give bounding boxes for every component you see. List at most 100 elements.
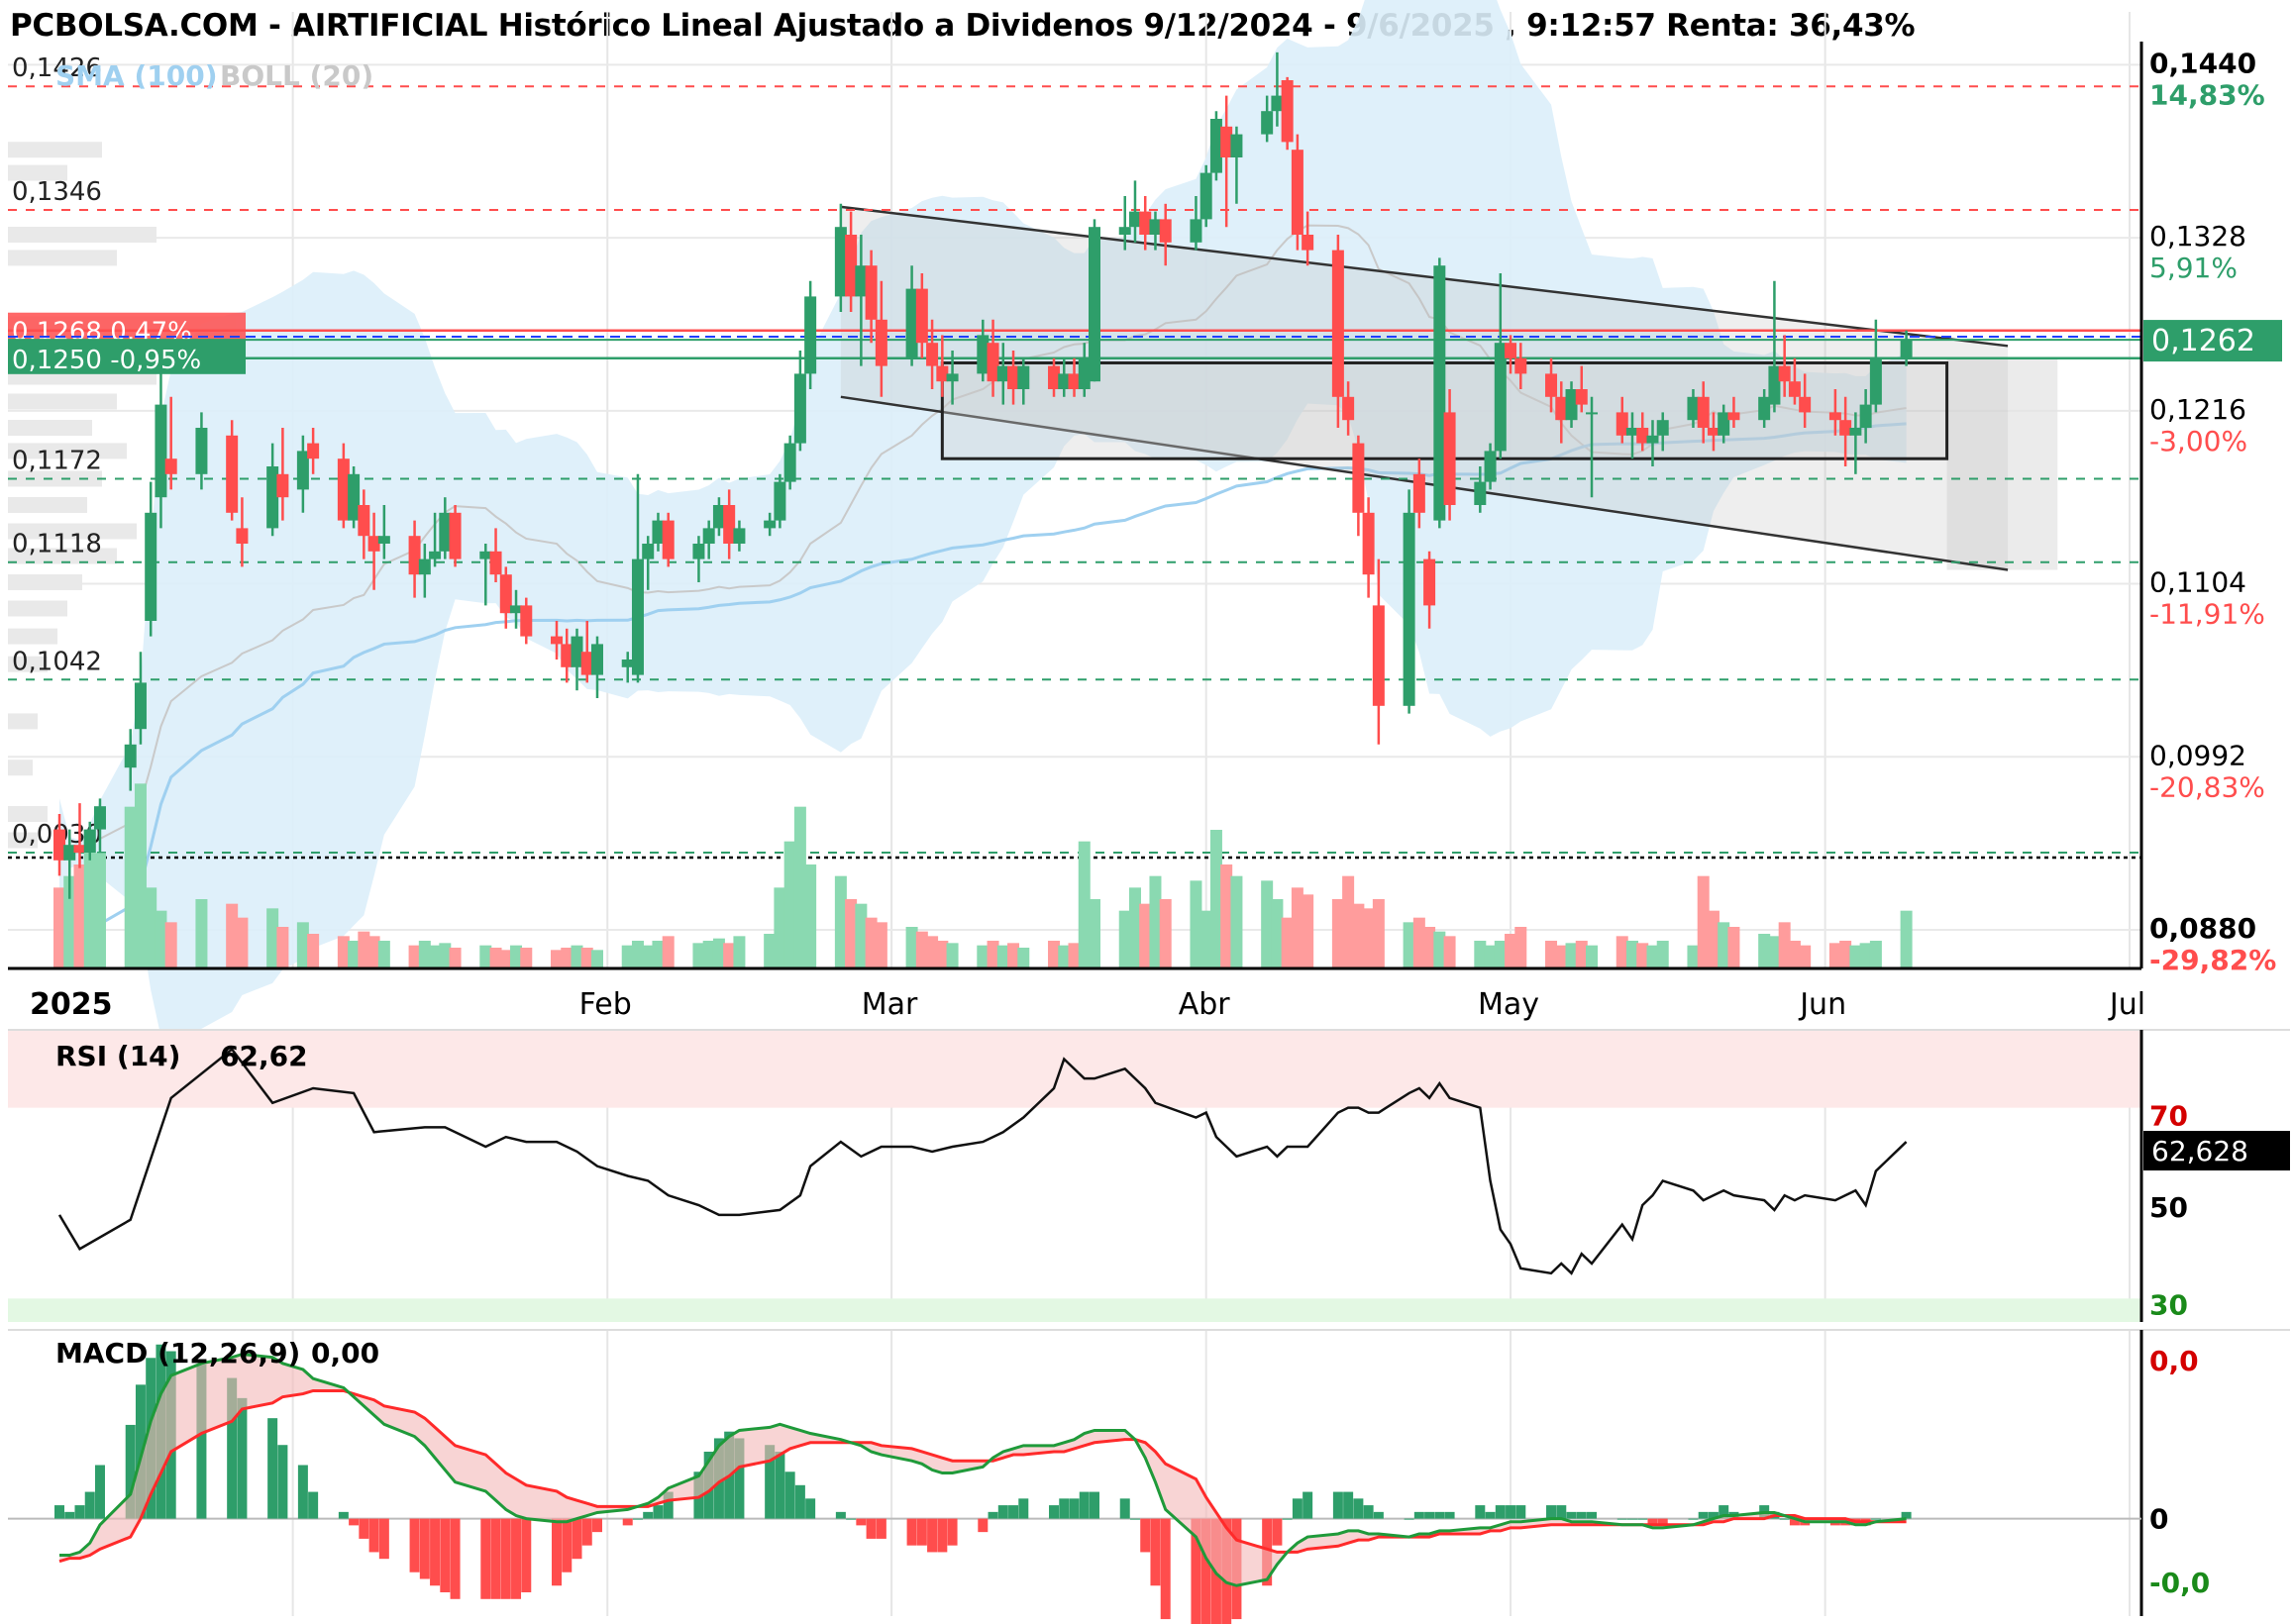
volume-bar	[1007, 943, 1020, 968]
right-tick-percent: 5,91%	[2149, 252, 2238, 284]
macd-histogram-bar	[653, 1505, 664, 1519]
candle-body	[1362, 512, 1375, 575]
macd-histogram-bar	[1079, 1491, 1090, 1519]
macd-histogram-bar	[927, 1518, 938, 1553]
volume-bar	[1586, 945, 1599, 968]
volume-bar	[1423, 927, 1436, 968]
macd-histogram-bar	[906, 1518, 917, 1546]
volume-bar	[367, 936, 380, 968]
volume-bar	[1859, 943, 1872, 968]
candle-body	[834, 227, 847, 297]
volume-bar	[1362, 908, 1375, 968]
volume-bar	[783, 841, 796, 968]
candle-body	[1058, 373, 1071, 389]
candle-body	[875, 319, 887, 366]
candle-body	[692, 544, 705, 559]
volume-bar	[662, 936, 675, 968]
candle-body	[1565, 389, 1578, 421]
candle-body	[1281, 80, 1294, 143]
candle-body	[1778, 365, 1791, 382]
candle-body	[1209, 119, 1222, 173]
candle-body	[783, 443, 796, 482]
volume-bar	[905, 927, 918, 968]
macd-histogram-bar	[1616, 1518, 1627, 1520]
candle-body	[236, 528, 249, 544]
candle-body	[1078, 357, 1091, 389]
level-label: 0,1042	[12, 647, 102, 676]
volume-bar	[946, 943, 959, 968]
x-tick-label: Jun	[1798, 987, 1846, 1022]
candle-body	[1828, 412, 1841, 421]
macd-histogram-bar	[632, 1518, 643, 1520]
volume-bar	[1199, 910, 1212, 968]
candle-body	[1271, 95, 1284, 112]
candle-body	[702, 528, 715, 544]
candle-body	[1697, 396, 1710, 428]
volume-bar	[551, 950, 564, 968]
candle-body	[1372, 605, 1385, 706]
volume-profile-bar	[8, 227, 156, 243]
macd-histogram-bar	[1008, 1505, 1019, 1519]
candle-body	[1068, 373, 1081, 389]
macd-histogram-bar	[1506, 1505, 1516, 1519]
candle-body	[580, 652, 593, 675]
volume-bar	[1017, 948, 1030, 968]
volume-profile-bar	[8, 628, 57, 645]
candle-body	[429, 551, 442, 559]
candle-body	[1149, 219, 1162, 235]
x-tick-label: May	[1478, 987, 1539, 1022]
volume-bar	[266, 908, 279, 968]
volume-bar	[236, 917, 249, 968]
candle-body	[1839, 420, 1852, 436]
candle-body	[1646, 435, 1659, 444]
x-tick-label: Feb	[579, 987, 632, 1022]
candle-body	[1575, 389, 1588, 405]
volume-bar	[1768, 936, 1781, 968]
volume-bar	[1625, 941, 1638, 968]
macd-histogram-bar	[1779, 1518, 1790, 1520]
right-tick-value: 0,1104	[2149, 566, 2246, 599]
candle-body	[124, 744, 137, 768]
candle-body	[571, 636, 583, 667]
volume-bar	[1058, 945, 1071, 968]
macd-histogram-bar	[1434, 1511, 1445, 1519]
candle-body	[226, 435, 239, 513]
macd-histogram-bar	[368, 1518, 379, 1553]
candle-body	[83, 829, 96, 853]
candle-body	[631, 558, 644, 675]
volume-bar	[1443, 936, 1456, 968]
volume-bar	[845, 899, 858, 968]
macd-histogram-bar	[1150, 1518, 1161, 1586]
volume-bar	[1048, 941, 1061, 968]
candle-body	[489, 551, 502, 575]
rsi-tick-label: 70	[2149, 1100, 2188, 1133]
macd-histogram-bar	[988, 1511, 998, 1519]
volume-bar	[774, 887, 786, 968]
volume-bar	[834, 875, 847, 968]
volume-bar	[1778, 922, 1791, 968]
candle-body	[520, 605, 533, 637]
macd-histogram-bar	[1556, 1505, 1567, 1519]
candle-body	[1505, 343, 1517, 358]
candle-body	[1089, 227, 1100, 382]
volume-bar	[733, 936, 746, 968]
rsi-header-value: 62,62	[220, 1040, 308, 1072]
macd-histogram-bar	[1404, 1518, 1414, 1520]
volume-bar	[1302, 894, 1314, 968]
macd-histogram-bar	[1637, 1518, 1648, 1520]
candle-body	[195, 428, 208, 474]
volume-bar	[408, 945, 421, 968]
volume-bar	[1068, 943, 1081, 968]
candle-body	[551, 636, 564, 645]
candle-body	[296, 451, 309, 490]
macd-histogram-bar	[856, 1518, 867, 1526]
macd-histogram-bar	[1129, 1518, 1140, 1520]
candle-body	[1555, 396, 1568, 421]
volume-bar	[429, 945, 442, 968]
reference-label: 0,1250 -0,95%	[12, 346, 201, 375]
candle-body	[946, 373, 959, 382]
candle-body	[1342, 396, 1355, 421]
candle-body	[1788, 381, 1801, 397]
volume-bar	[1828, 943, 1841, 968]
candle-body	[712, 505, 725, 529]
